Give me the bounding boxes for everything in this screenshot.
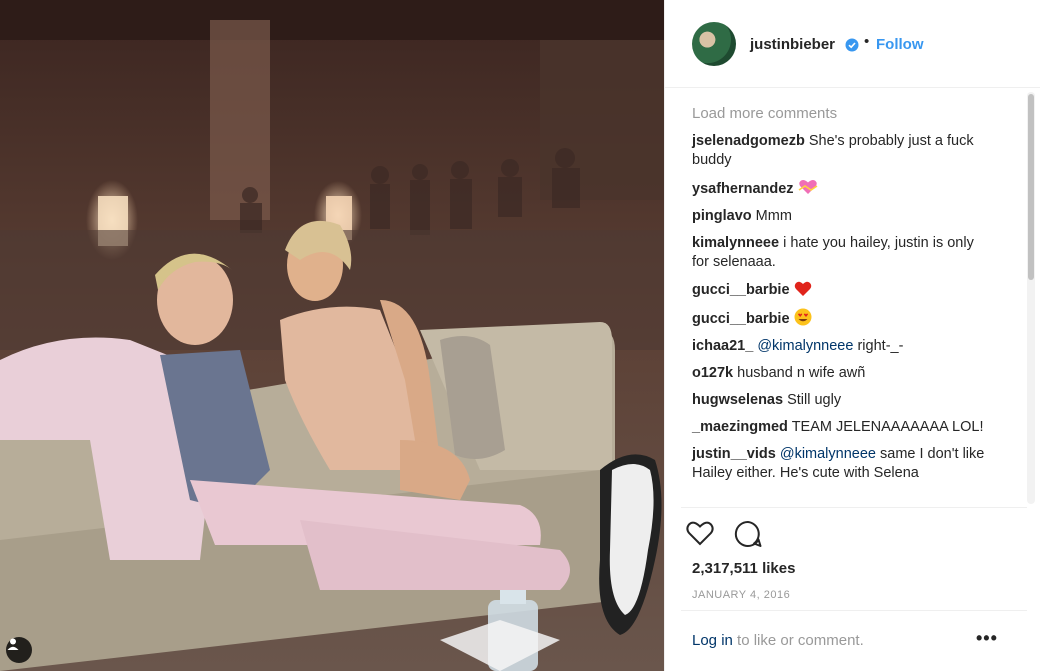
more-options-button[interactable]: ••• [976,628,998,649]
divider [681,507,1027,508]
list-item: kimalynneee i hate you hailey, justin is… [692,234,992,272]
comment-bubble-icon[interactable] [733,519,763,549]
follow-button[interactable]: Follow [876,36,924,53]
list-item: justin__vids @kimalynneee same I don't l… [692,445,992,483]
heart-with-ribbon-icon [798,180,818,194]
comment-text: TEAM JELENAAAAAAA LOL! [791,419,984,435]
login-prompt-text: to like or comment. [732,632,864,649]
post-header: justinbieber • Follow [665,0,1040,88]
comment-text: Still ugly [787,392,842,408]
comment-mention[interactable]: @kimalynneee [757,338,853,354]
login-prompt: Log in to like or comment. [692,632,864,649]
comment-text: husband n wife awñ [737,365,866,381]
comment-mention[interactable]: @kimalynneee [780,446,876,462]
heart-outline-icon[interactable] [685,519,715,547]
instagram-post-view: justinbieber • Follow Load more comments… [0,0,1040,671]
post-side-panel: justinbieber • Follow Load more comments… [664,0,1040,671]
login-link[interactable]: Log in [692,632,733,649]
divider [681,610,1027,611]
comment-username[interactable]: o127k [692,365,733,381]
comments-scrollbar[interactable] [1027,92,1035,504]
comment-username[interactable]: _maezingmed [692,419,788,435]
user-tag-button[interactable] [6,637,32,663]
comment-username[interactable]: justin__vids [692,446,776,462]
comment-username[interactable]: ysafhernandez [692,181,794,197]
photo-illustration [0,0,664,671]
user-tag-icon [7,638,19,650]
comment-username[interactable]: gucci__barbie [692,311,790,327]
list-item: o127k husband n wife awñ [692,364,992,383]
list-item: ysafhernandez [692,178,992,199]
avatar[interactable] [692,22,736,66]
comment-text: right-_- [853,338,904,354]
list-item: hugwselenas Still ugly [692,391,992,410]
likes-count[interactable]: 2,317,511 likes [692,560,795,577]
heart-eyes-emoji-icon [794,308,812,326]
list-item: jselenadgomezb She's probably just a fuc… [692,132,992,170]
comment-username[interactable]: gucci__barbie [692,282,790,298]
list-item: _maezingmed TEAM JELENAAAAAAA LOL! [692,418,992,437]
list-item: ichaa21_ @kimalynneee right-_- [692,337,992,356]
verified-badge-icon [845,38,859,52]
comment-text: Mmm [755,208,792,224]
username-link[interactable]: justinbieber [750,36,835,53]
comment-username[interactable]: hugwselenas [692,392,783,408]
load-more-comments-button[interactable]: Load more comments [692,104,992,123]
scrollbar-thumb[interactable] [1028,94,1034,280]
comments-list: Load more comments jselenadgomezb She's … [692,104,992,491]
comment-username[interactable]: jselenadgomezb [692,133,805,149]
red-heart-icon [794,281,811,296]
post-photo[interactable] [0,0,664,671]
comment-username[interactable]: pinglavo [692,208,752,224]
post-date: JANUARY 4, 2016 [692,589,791,601]
comment-username[interactable]: ichaa21_ [692,338,753,354]
separator-dot: • [864,33,870,50]
list-item: gucci__barbie [692,280,992,300]
comment-username[interactable]: kimalynneee [692,235,779,251]
list-item: pinglavo Mmm [692,207,992,226]
list-item: gucci__barbie [692,308,992,329]
